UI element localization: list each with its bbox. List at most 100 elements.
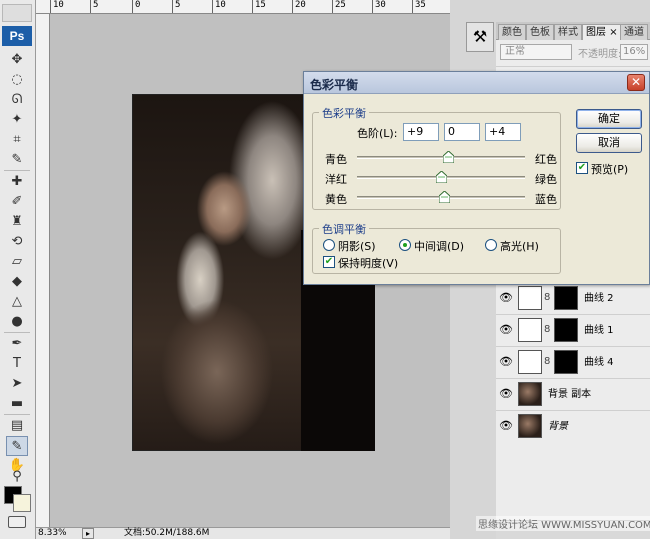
slider-right-label: 蓝色 — [535, 193, 557, 206]
visibility-eye-icon[interactable]: 👁 — [499, 324, 513, 336]
magic-wand-tool-icon[interactable]: ✦ — [6, 110, 28, 130]
link-chain-icon: 8 — [544, 324, 551, 335]
blur-tool-icon[interactable]: △ — [6, 292, 28, 312]
eraser-tool-icon[interactable]: ▱ — [6, 252, 28, 272]
shadows-radio[interactable] — [323, 239, 335, 251]
preserve-luminosity-label[interactable]: 保持明度(V) — [338, 255, 398, 271]
tool-presets-icon[interactable]: ⚒ — [466, 22, 494, 52]
tab-color[interactable]: 颜色 — [498, 24, 526, 40]
eyedropper-active-tool-icon[interactable]: ✎ — [6, 436, 28, 456]
cyan-red-slider-thumb[interactable] — [443, 151, 455, 163]
dialog-titlebar[interactable]: 色彩平衡 ✕ — [304, 72, 649, 94]
magenta-green-slider-thumb[interactable] — [435, 171, 447, 183]
curves-adjustment-thumbnail — [518, 350, 542, 374]
close-icon[interactable]: ✕ — [627, 74, 645, 91]
tab-swatches[interactable]: 色板 — [526, 24, 554, 40]
group-title: 色彩平衡 — [319, 105, 369, 121]
layer-mask-thumbnail — [554, 350, 578, 374]
levels-magenta-green-field[interactable]: 0 — [444, 123, 480, 141]
history-brush-tool-icon[interactable]: ⟲ — [6, 232, 28, 252]
healing-brush-tool-icon[interactable]: ✚ — [6, 172, 28, 192]
preserve-luminosity-checkbox[interactable]: ✔ — [323, 256, 335, 268]
layer-row[interactable]: 👁 背景 副本 — [496, 378, 650, 410]
visibility-eye-icon[interactable]: 👁 — [499, 292, 513, 304]
curves-adjustment-thumbnail — [518, 318, 542, 342]
layer-name[interactable]: 曲线 1 — [584, 325, 614, 337]
ruler-tick: 5 — [90, 0, 98, 13]
pen-tool-icon[interactable]: ✒ — [6, 334, 28, 354]
ps-logo: Ps — [2, 26, 32, 46]
visibility-eye-icon[interactable]: 👁 — [499, 388, 513, 400]
layer-name[interactable]: 背景 — [548, 421, 568, 433]
layer-name[interactable]: 背景 副本 — [548, 389, 591, 401]
ruler-tick: 20 — [292, 0, 306, 13]
move-tool-icon[interactable]: ✥ — [6, 50, 28, 70]
layer-row[interactable]: 👁 8 曲线 4 — [496, 346, 650, 378]
layer-image-thumbnail — [518, 382, 542, 406]
link-chain-icon: 8 — [544, 356, 551, 367]
highlights-radio[interactable] — [485, 239, 497, 251]
layer-row[interactable]: 👁 背景 — [496, 410, 650, 442]
link-chain-icon: 8 — [544, 292, 551, 303]
ruler-tick: 25 — [332, 0, 346, 13]
cancel-button[interactable]: 取消 — [576, 133, 642, 153]
shape-tool-icon[interactable]: ▬ — [6, 394, 28, 414]
lasso-tool-icon[interactable]: ᘏ — [6, 90, 28, 110]
crop-tool-icon[interactable]: ⌗ — [6, 130, 28, 150]
tab-channels[interactable]: 通道 — [620, 24, 648, 40]
close-icon[interactable]: × — [609, 27, 617, 38]
highlights-label[interactable]: 高光(H) — [500, 238, 539, 254]
tool-separator — [4, 332, 30, 333]
ok-button[interactable]: 确定 — [576, 109, 642, 129]
eyedropper-tool-icon[interactable]: ✎ — [6, 150, 28, 170]
layer-row[interactable]: 👁 8 曲线 1 — [496, 314, 650, 346]
background-color-swatch[interactable] — [13, 494, 31, 512]
dodge-tool-icon[interactable]: ● — [6, 312, 28, 332]
clone-stamp-tool-icon[interactable]: ♜ — [6, 212, 28, 232]
marquee-tool-icon[interactable]: ◌ — [6, 70, 28, 90]
midtones-radio[interactable] — [399, 239, 411, 251]
levels-cyan-red-field[interactable]: +9 — [403, 123, 439, 141]
brush-tool-icon[interactable]: ✐ — [6, 192, 28, 212]
layer-options-bar: 正常 不透明度: 16% — [496, 40, 650, 66]
ruler-tick: 15 — [252, 0, 266, 13]
paint-bucket-tool-icon[interactable]: ◆ — [6, 272, 28, 292]
layer-row[interactable]: 👁 8 曲线 2 — [496, 282, 650, 314]
ruler-tick: 35 — [412, 0, 426, 13]
levels-yellow-blue-field[interactable]: +4 — [485, 123, 521, 141]
slider-left-label: 黄色 — [325, 193, 347, 206]
layer-name[interactable]: 曲线 4 — [584, 357, 614, 369]
tools-panel: Ps ✥ ◌ ᘏ ✦ ⌗ ✎ ✚ ✐ ♜ ⟲ ▱ ◆ △ ● ✒ T ➤ ▬ ▤… — [0, 0, 36, 539]
dialog-title: 色彩平衡 — [310, 78, 359, 92]
visibility-eye-icon[interactable]: 👁 — [499, 356, 513, 368]
quick-mask-icon[interactable] — [8, 516, 26, 528]
tab-layers-label: 图层 — [586, 27, 606, 38]
color-balance-group: 色彩平衡 色阶(L): +9 0 +4 青色 红色 洋红 绿色 黄色 蓝色 — [312, 105, 561, 210]
tab-layers[interactable]: 图层 × — [582, 24, 622, 40]
yellow-blue-slider-thumb[interactable] — [438, 191, 450, 203]
zoom-tool-icon[interactable]: ⚲ — [6, 470, 28, 484]
path-selection-tool-icon[interactable]: ➤ — [6, 374, 28, 394]
preview-label[interactable]: 预览(P) — [591, 161, 628, 177]
midtones-label[interactable]: 中间调(D) — [414, 238, 464, 254]
zoom-level[interactable]: 8.33% — [38, 528, 67, 539]
blend-mode-select[interactable]: 正常 — [500, 44, 572, 60]
panel-tab-bar: 颜色 色板 样式 图层 × 通道 — [496, 22, 650, 40]
document-size: 文档:50.2M/188.6M — [124, 528, 210, 538]
shadows-label[interactable]: 阴影(S) — [338, 238, 376, 254]
preview-checkbox[interactable]: ✔ — [576, 162, 588, 174]
layer-name[interactable]: 曲线 2 — [584, 293, 614, 305]
status-menu-icon[interactable]: ▸ — [82, 528, 94, 539]
visibility-eye-icon[interactable]: 👁 — [499, 420, 513, 432]
horizontal-ruler: 10 5 0 5 10 15 20 25 30 35 — [36, 0, 450, 14]
color-balance-dialog: 色彩平衡 ✕ 色彩平衡 色阶(L): +9 0 +4 青色 红色 洋红 绿色 黄… — [303, 71, 650, 285]
opacity-field[interactable]: 16% — [620, 44, 648, 60]
curves-adjustment-thumbnail — [518, 286, 542, 310]
tab-styles[interactable]: 样式 — [554, 24, 582, 40]
type-tool-icon[interactable]: T — [6, 354, 28, 374]
cyan-red-slider-track[interactable] — [357, 156, 525, 159]
notes-tool-icon[interactable]: ▤ — [6, 416, 28, 436]
slider-left-label: 青色 — [325, 153, 347, 166]
toolbox-grip[interactable] — [2, 4, 32, 22]
watermark-text: 思缘设计论坛 WWW.MISSYUAN.COM — [476, 516, 650, 531]
